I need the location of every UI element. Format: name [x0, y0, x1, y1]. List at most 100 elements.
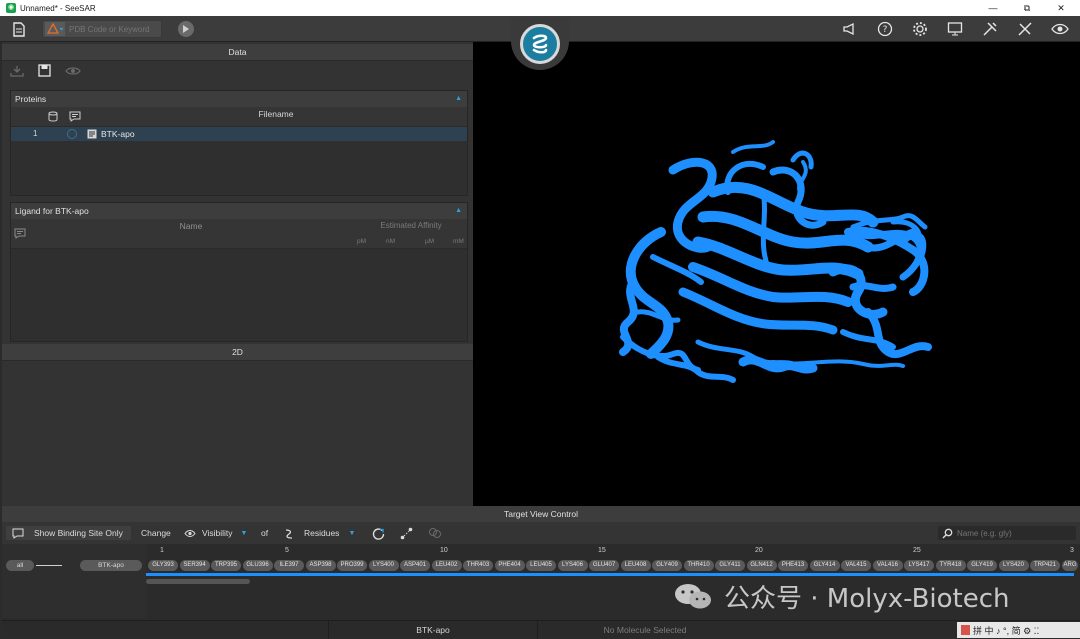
help-button[interactable]: ? [876, 20, 894, 38]
residue-chip[interactable]: LYS417 [904, 560, 934, 571]
status-molecule: No Molecule Selected [603, 625, 687, 635]
residue-chip[interactable]: VAL415 [841, 560, 871, 571]
gear-icon [913, 22, 927, 36]
sequence-tick: 5 [285, 547, 289, 554]
pdb-search-box[interactable] [42, 20, 162, 38]
residue-search-input[interactable] [957, 528, 1069, 538]
residue-chip[interactable]: LYS420 [998, 560, 1029, 571]
visibility-icon[interactable] [65, 65, 81, 77]
restore-button[interactable]: ⧉ [1010, 0, 1044, 16]
change-label: Change [141, 528, 171, 538]
residue-chip[interactable]: THR410 [683, 560, 714, 571]
residues-dropdown[interactable]: Residues ▼ [284, 526, 355, 540]
data-panel-header: Data [2, 44, 473, 61]
residue-chip[interactable]: TRP421 [1030, 560, 1060, 571]
ligand-title: Ligand for BTK-apo [15, 206, 89, 216]
residue-chip[interactable]: ARG [1061, 560, 1078, 571]
svg-text:?: ? [883, 25, 888, 35]
estimated-affinity-column[interactable]: Estimated Affinity [355, 221, 467, 230]
residue-chip[interactable]: LYS400 [368, 560, 399, 571]
show-binding-site-only-toggle[interactable]: Show Binding Site Only [6, 526, 131, 540]
residue-chip[interactable]: GLU396 [242, 560, 273, 571]
ligand-header[interactable]: Ligand for BTK-apo ▲ [11, 203, 467, 219]
megaphone-button[interactable] [840, 20, 858, 38]
chain-connector [36, 565, 62, 566]
ligand-name-column[interactable]: Name [31, 221, 351, 231]
display-button[interactable] [946, 20, 964, 38]
residue-chip[interactable]: THR403 [463, 560, 493, 571]
residue-chip[interactable]: PHE404 [494, 560, 525, 571]
visibility-label: Visibility [202, 528, 233, 538]
save-icon[interactable] [38, 64, 51, 77]
residue-chip[interactable]: GLY411 [715, 560, 745, 571]
chain-chip[interactable]: BTK-apo [80, 560, 142, 571]
residue-chip[interactable]: GLY393 [148, 560, 178, 571]
residue-chip[interactable]: ASP401 [400, 560, 430, 571]
protein-ribbon-3d[interactable] [473, 42, 1080, 506]
close-button[interactable]: ✕ [1044, 0, 1078, 16]
residue-chip[interactable]: ILE397 [274, 560, 304, 571]
warning-dropdown[interactable] [45, 22, 65, 36]
monitor-icon [947, 22, 963, 36]
visibility-dropdown[interactable]: Visibility ▼ [184, 526, 247, 540]
residue-search-box[interactable] [938, 526, 1076, 540]
fetch-play-button[interactable] [178, 21, 194, 37]
settings-button[interactable] [911, 20, 929, 38]
comment-icon[interactable] [14, 228, 26, 239]
residue-chip[interactable]: SER394 [179, 560, 210, 571]
status-protein: BTK-apo [328, 621, 538, 639]
residue-chip[interactable]: LEU408 [620, 560, 651, 571]
residue-chip[interactable]: LYS406 [557, 560, 588, 571]
residue-chip[interactable]: TRP395 [211, 560, 241, 571]
residue-chip[interactable]: GLY409 [652, 560, 682, 571]
residue-chip[interactable]: GLY419 [967, 560, 997, 571]
3d-viewport[interactable] [473, 42, 1080, 506]
warning-icon [47, 23, 63, 34]
residue-chip[interactable]: ASP398 [305, 560, 336, 571]
residue-chip[interactable]: GLU407 [589, 560, 619, 571]
residue-chip[interactable]: VAL416 [872, 560, 903, 571]
new-file-button[interactable] [10, 20, 28, 38]
surface-icon [429, 528, 441, 538]
watermark-text: 公众号 · Molyx-Biotech [724, 583, 1010, 614]
measure-button[interactable] [1016, 20, 1034, 38]
residue-chip[interactable]: TYR418 [935, 560, 966, 571]
ime-tray[interactable]: 拼 中 ♪ °, 简 ⚙ ⁚⁚ [957, 622, 1080, 638]
unit-mm: mM [453, 238, 464, 245]
residue-chip[interactable]: PRO399 [337, 560, 367, 571]
tools-button[interactable] [981, 20, 999, 38]
filename-column-label[interactable]: Filename [11, 109, 541, 119]
surface-button[interactable] [428, 526, 442, 540]
collapse-caret-icon[interactable]: ▲ [455, 91, 462, 107]
protein-file-icon [87, 129, 97, 139]
protein-name: BTK-apo [101, 129, 135, 139]
pdb-code-input[interactable] [69, 24, 161, 34]
residue-chip[interactable]: LEU402 [431, 560, 462, 571]
proteins-section: Proteins ▲ Filename 1 BTK-apo [10, 90, 468, 196]
protein-row[interactable]: 1 BTK-apo [11, 127, 467, 141]
proteins-column-header: Filename [11, 107, 467, 127]
view-button[interactable] [1051, 20, 1069, 38]
residue-chip[interactable]: LEU405 [526, 560, 556, 571]
collapse-caret-icon[interactable]: ▲ [455, 203, 462, 219]
2d-panel-header: 2D [2, 344, 473, 361]
reset-view-button[interactable] [372, 526, 385, 540]
distance-icon [400, 527, 413, 539]
import-icon[interactable] [10, 65, 24, 77]
megaphone-icon [843, 22, 854, 36]
protein-status-circle-icon[interactable] [67, 129, 77, 139]
sequence-tick: 15 [598, 547, 606, 554]
residue-chip[interactable]: PHE413 [778, 560, 808, 571]
distance-button[interactable] [400, 526, 413, 540]
residue-chip[interactable]: GLN412 [746, 560, 777, 571]
sequence-scrollbar[interactable] [146, 579, 250, 584]
minimize-button[interactable]: — [976, 0, 1010, 16]
eye-icon [1051, 23, 1069, 35]
proteins-header[interactable]: Proteins ▲ [11, 91, 467, 107]
select-all-chip[interactable]: all [6, 560, 34, 571]
seesar-app-icon: ◉ [6, 3, 16, 13]
helix-icon [285, 528, 293, 539]
residue-chip[interactable]: GLY414 [809, 560, 840, 571]
residues-label: Residues [304, 528, 340, 538]
document-icon [13, 21, 25, 37]
